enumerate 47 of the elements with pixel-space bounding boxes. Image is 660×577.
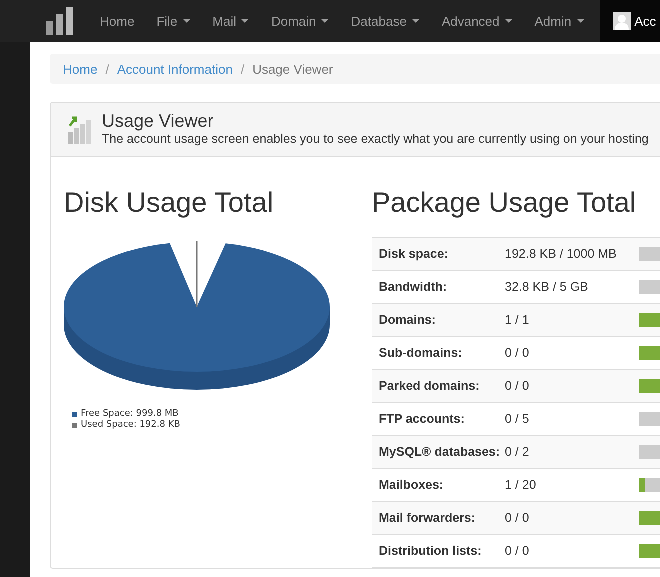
row-label: Mailboxes: [378, 478, 445, 492]
row-value: 0 / 0 [505, 346, 530, 360]
nav-menu-item[interactable]: Domain [271, 14, 330, 28]
section-heading: Package Usage Total [372, 187, 638, 219]
nav-menu-item[interactable]: Home [100, 14, 135, 28]
breadcrumb-current: Usage Viewer [252, 62, 334, 76]
panel-description: The account usage screen enables you to see exactly what you are currently using on your hosting [102, 132, 649, 146]
nav-menu-item[interactable]: Admin [534, 14, 585, 28]
nav-menu-item[interactable]: Advanced [442, 14, 513, 28]
row-value: 0 / 5 [505, 412, 530, 426]
nav-menu-item[interactable]: File [156, 14, 191, 28]
breadcrumb-link[interactable]: Account Information [117, 62, 233, 76]
caret-icon [321, 19, 330, 23]
breadcrumb-link[interactable]: Home [63, 62, 98, 76]
row-label: Domains: [378, 313, 437, 327]
row-label: Bandwidth: [378, 280, 448, 294]
section-heading: Disk Usage Total [64, 187, 275, 219]
row-label: Distribution lists: [378, 544, 483, 558]
row-label: Mail forwarders: [378, 511, 477, 525]
row-value: 0 / 0 [505, 511, 530, 525]
row-value: 1 / 1 [505, 313, 530, 327]
caret-icon [576, 19, 585, 23]
bar-chart-logo-icon[interactable] [46, 7, 74, 35]
caret-icon [504, 19, 513, 23]
legend-label: Used Space: 192.8 KB [81, 420, 180, 431]
legend-label: Free Space: 999.8 MB [81, 409, 179, 420]
row-value: 0 / 0 [505, 544, 530, 558]
row-label: MySQL® databases: [378, 445, 502, 459]
row-label: Parked domains: [378, 379, 481, 393]
caret-icon [241, 19, 250, 23]
row-value: 192.8 KB / 1000 MB [505, 247, 618, 261]
row-label: FTP accounts: [378, 412, 466, 426]
row-value: 1 / 20 [505, 478, 538, 492]
row-label: Sub-domains: [378, 346, 464, 360]
row-label: Disk space: [378, 247, 450, 261]
breadcrumb-separator: / [240, 62, 245, 76]
row-value: 32.8 KB / 5 GB [505, 280, 590, 294]
caret-icon [182, 19, 191, 23]
user-avatar-icon [612, 12, 631, 30]
nav-menu-item[interactable]: Mail [212, 14, 250, 28]
row-value: 0 / 0 [505, 379, 530, 393]
breadcrumb-separator: / [106, 62, 110, 76]
account-menu[interactable]: Acc [634, 14, 656, 28]
nav-menu-item[interactable]: Database [351, 14, 420, 28]
panel-title: Usage Viewer [102, 111, 215, 132]
caret-icon [412, 19, 420, 23]
row-value: 0 / 2 [505, 445, 530, 459]
